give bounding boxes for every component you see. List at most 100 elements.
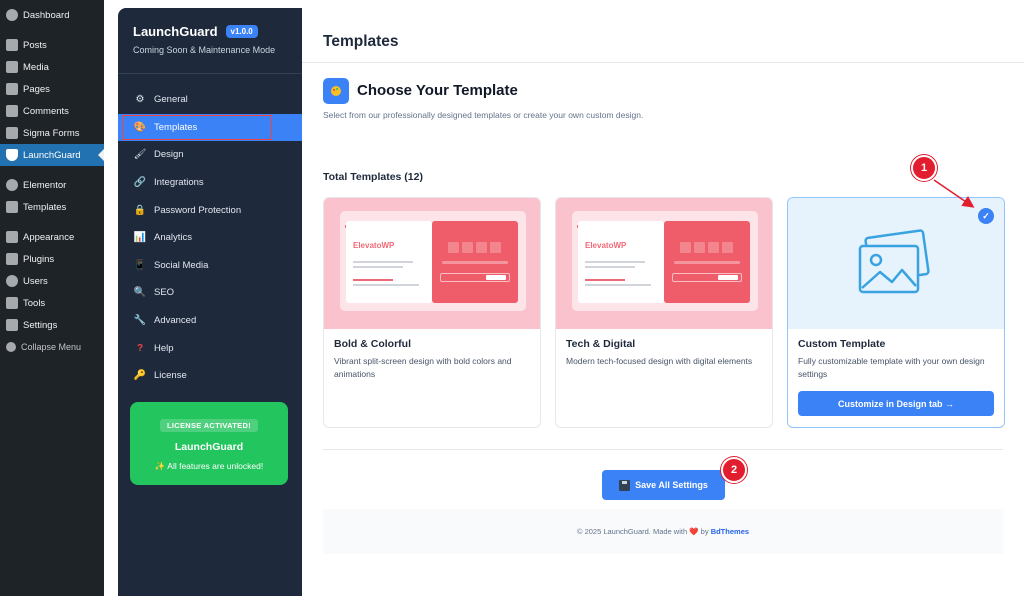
nav-label: License (154, 370, 187, 382)
choose-subtitle: Select from our professionally designed … (323, 110, 644, 120)
wp-menu-pages[interactable]: Pages (0, 78, 104, 100)
wp-menu-collapse[interactable]: Collapse Menu (0, 336, 104, 358)
wp-menu-label: Tools (23, 297, 46, 309)
template-preview: ElevatoWP (556, 198, 772, 329)
nav-label: General (154, 94, 188, 106)
template-preview: ✓ (788, 198, 1004, 329)
nav-item-social-media[interactable]: 📱 Social Media (118, 252, 302, 280)
wp-menu-posts[interactable]: Posts (0, 34, 104, 56)
phone-icon: 📱 (133, 259, 147, 271)
nav-item-design[interactable]: 🖌 Design (118, 141, 302, 169)
total-templates: Total Templates (12) (323, 171, 423, 183)
template-description: Modern tech-focused design with digital … (566, 356, 753, 366)
pin-icon (6, 39, 18, 51)
wp-menu-label: Elementor (23, 179, 67, 191)
nav-item-seo[interactable]: 🔍 SEO (118, 279, 302, 307)
settings-icon (6, 319, 18, 331)
nav-label: Integrations (154, 177, 204, 189)
wp-menu-label: Plugins (23, 253, 55, 265)
floppy-disk-icon (619, 479, 631, 491)
shield-icon (6, 149, 18, 161)
save-all-settings-button[interactable]: Save All Settings (602, 470, 725, 500)
page-icon (6, 83, 18, 95)
brush-icon (6, 231, 18, 243)
form-icon (6, 127, 18, 139)
heart-icon: ❤️ (689, 527, 699, 536)
footer-by: by (700, 527, 709, 536)
template-preview: ElevatoWP (324, 198, 540, 329)
nav-item-templates[interactable]: 🎨 Templates (118, 113, 302, 142)
wp-menu-label: Collapse Menu (21, 342, 82, 352)
wp-menu-comments[interactable]: Comments (0, 100, 104, 122)
nav-label: Analytics (154, 232, 193, 244)
template-name: Bold & Colorful (334, 338, 411, 350)
save-label: Save All Settings (635, 480, 708, 490)
template-description: Fully customizable template with your ow… (798, 356, 985, 379)
wp-menu-launchguard[interactable]: LaunchGuard (0, 144, 104, 166)
nav-item-help[interactable]: ? Help (118, 334, 302, 362)
key-icon: 🔑 (133, 370, 147, 382)
collapse-icon (6, 342, 16, 352)
nav-label: Advanced (154, 315, 197, 327)
image-gallery-icon (858, 229, 930, 294)
wp-menu-dashboard[interactable]: Dashboard (0, 4, 104, 26)
nav-item-general[interactable]: ⚙ General (118, 86, 302, 114)
footer-text: © 2025 LaunchGuard. Made with (576, 527, 688, 536)
template-card-tech-digital[interactable]: ElevatoWP Tech & Digital Modern tech-foc… (555, 197, 773, 428)
lock-icon: 🔒 (133, 204, 147, 216)
nav-label: Social Media (154, 259, 209, 271)
wp-menu-label: Templates (23, 201, 67, 213)
dashboard-icon (6, 9, 18, 21)
wp-menu-sigma-forms[interactable]: Sigma Forms (0, 122, 104, 144)
wp-menu-templates[interactable]: Templates (0, 196, 104, 218)
selected-check-icon: ✓ (978, 208, 994, 224)
wp-menu-plugins[interactable]: Plugins (0, 248, 104, 270)
wp-menu-users[interactable]: Users (0, 270, 104, 292)
template-card-bold-colorful[interactable]: ElevatoWP Bold & Colorful Vibrant split-… (323, 197, 541, 428)
choose-title: Choose Your Template (357, 82, 518, 99)
wp-menu-elementor[interactable]: Elementor (0, 174, 104, 196)
wp-menu-media[interactable]: Media (0, 56, 104, 78)
nav-item-password-protection[interactable]: 🔒 Password Protection (118, 196, 302, 224)
wrench-icon (6, 297, 18, 309)
magnifier-icon: 🔍 (133, 287, 147, 299)
nav-item-license[interactable]: 🔑 License (118, 362, 302, 390)
plugin-subtitle: Coming Soon & Maintenance Mode (133, 45, 276, 55)
nav-item-integrations[interactable]: 🔗 Integrations (118, 169, 302, 197)
wp-menu-label: Settings (23, 319, 58, 331)
page-title: Templates (323, 33, 399, 50)
gear-icon: ⚙ (135, 94, 145, 106)
wp-menu-label: Comments (23, 105, 69, 117)
wp-menu-appearance[interactable]: Appearance (0, 226, 104, 248)
brush-icon: 🖌 (133, 149, 147, 161)
footer-link[interactable]: BdThemes (711, 527, 749, 536)
elementor-icon (6, 179, 18, 191)
wp-menu-tools[interactable]: Tools (0, 292, 104, 314)
palette-icon (323, 78, 349, 104)
license-note: ✨ All features are unlocked! (154, 461, 264, 471)
nav-label: Help (154, 342, 174, 354)
preview-brand: ElevatoWP (353, 241, 395, 250)
chart-icon: 📊 (133, 232, 147, 244)
media-icon (6, 61, 18, 73)
nav-label: Password Protection (154, 204, 242, 216)
preview-brand: ElevatoWP (585, 241, 627, 250)
nav-label: Design (154, 149, 184, 161)
divider (302, 62, 1024, 63)
wp-admin-menu: Dashboard Posts Media Pages Comments Sig… (0, 0, 104, 596)
template-card-custom[interactable]: ✓ Custom Template Fully customizable tem… (787, 197, 1005, 428)
annotation-marker-2: 2 (721, 457, 747, 483)
wp-menu-label: Media (23, 61, 49, 73)
wp-menu-label: Appearance (23, 231, 75, 243)
wp-menu-settings[interactable]: Settings (0, 314, 104, 336)
nav-item-analytics[interactable]: 📊 Analytics (118, 224, 302, 252)
license-card: LICENSE ACTIVATED! LaunchGuard ✨ All fea… (130, 402, 288, 485)
plugin-brand: LaunchGuard v1.0.0 Coming Soon & Mainten… (118, 8, 302, 74)
plugin-sidebar: LaunchGuard v1.0.0 Coming Soon & Mainten… (118, 8, 302, 596)
customize-design-button[interactable]: Customize in Design tab → (798, 391, 994, 416)
wrench-icon: 🔧 (133, 315, 147, 327)
nav-item-advanced[interactable]: 🔧 Advanced (118, 307, 302, 335)
plugin-nav: ⚙ General 🎨 Templates 🖌 Design 🔗 Integration… (118, 86, 302, 390)
template-name: Custom Template (798, 338, 886, 350)
plug-icon (6, 253, 18, 265)
